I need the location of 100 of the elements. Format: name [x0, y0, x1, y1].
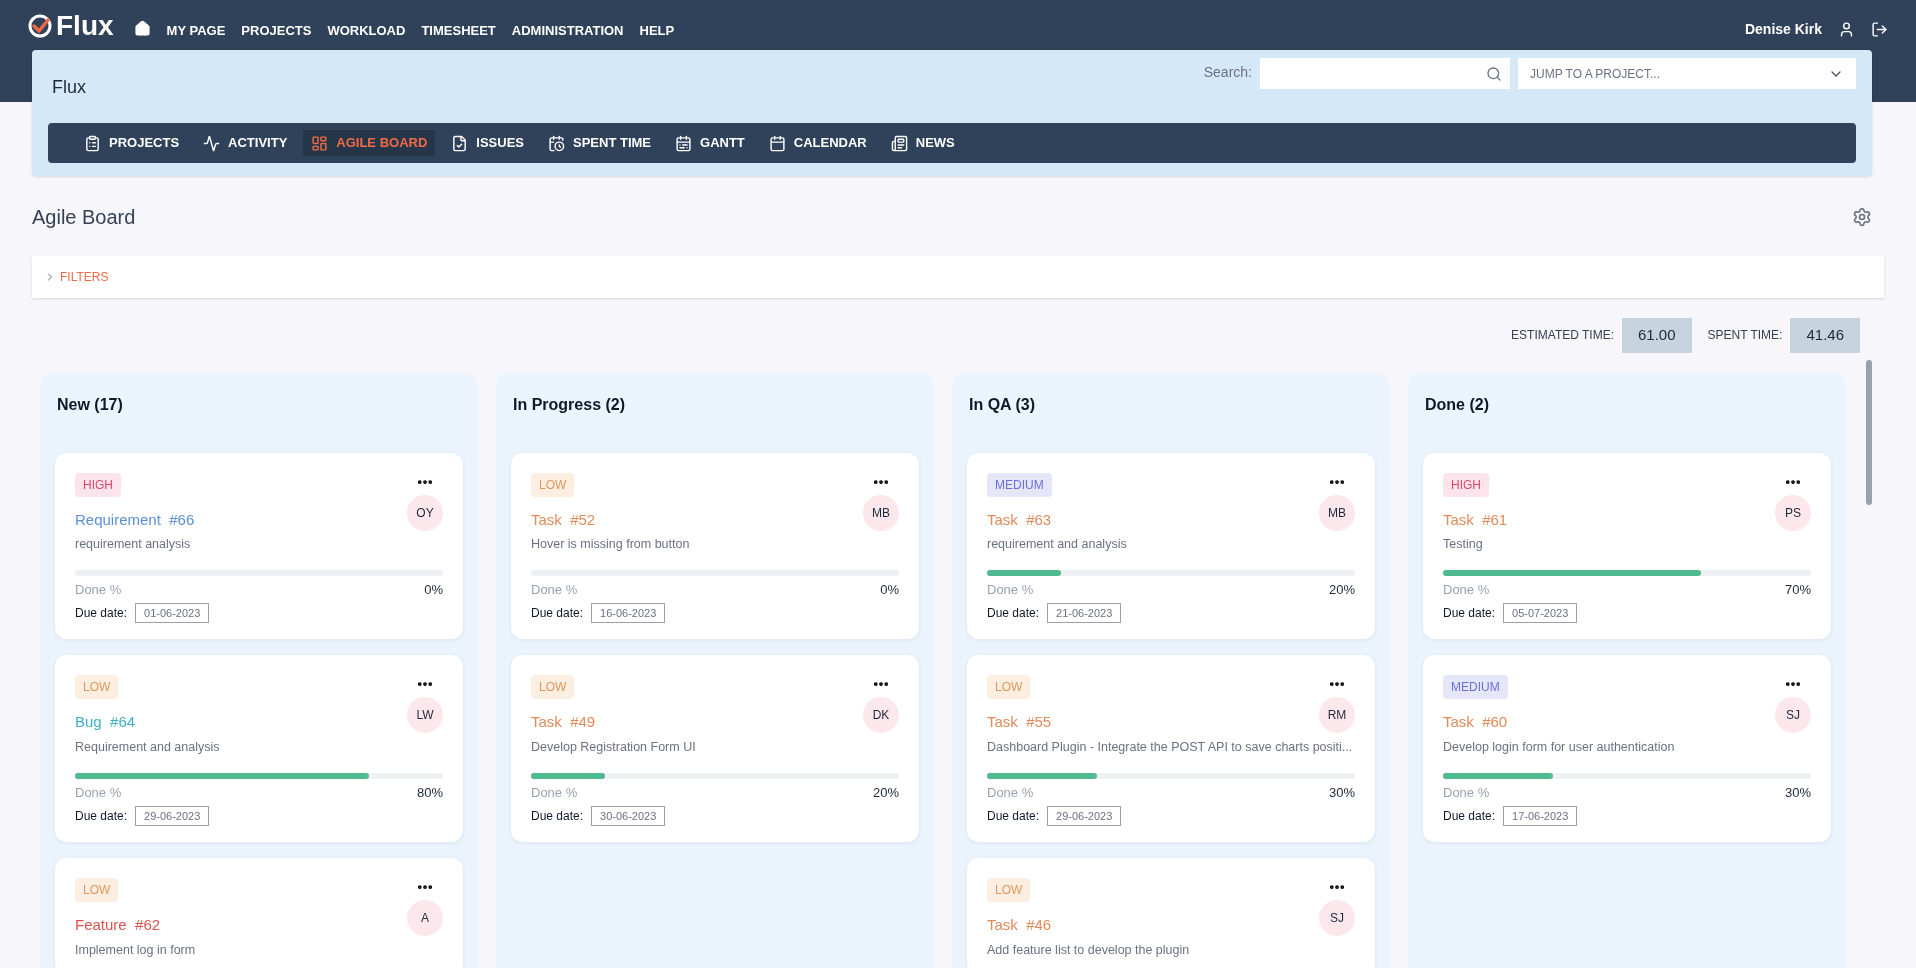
top-menu-link[interactable]: TIMESHEET: [421, 21, 496, 41]
assignee-avatar: SJ: [1319, 900, 1355, 936]
pulse-icon: [203, 134, 221, 152]
brand-logo[interactable]: Flux: [56, 12, 114, 40]
assignee-avatar: PS: [1775, 494, 1811, 531]
assignee-avatar: MB: [863, 494, 899, 531]
project-jump-dropdown[interactable]: JUMP TO A PROJECT...: [1518, 58, 1856, 89]
issue-title[interactable]: Feature #62: [75, 914, 161, 937]
issue-card[interactable]: HIGH Task #61 PS Testing Done % 70% Due date: 05-07-2023: [1423, 452, 1831, 640]
due-date: 01-06-2023: [135, 603, 210, 624]
column-title: Done (2): [1425, 394, 1490, 415]
done-label: Done %: [1443, 580, 1490, 599]
assignee-avatar: LW: [407, 697, 443, 734]
issue-subject: Hover is missing from button: [531, 536, 691, 553]
issue-subject: requirement analysis: [75, 536, 192, 553]
top-menu-link[interactable]: ADMINISTRATION: [511, 21, 624, 41]
home-icon[interactable]: [133, 20, 151, 37]
assignee-avatar: SJ: [1775, 697, 1811, 734]
done-label: Done %: [75, 783, 122, 802]
page-title: Agile Board: [32, 205, 136, 230]
total-value: 41.46: [1790, 318, 1860, 353]
project-tab[interactable]: GANTT: [667, 130, 753, 156]
top-menu-link[interactable]: WORKLOAD: [327, 21, 406, 41]
clipboard-icon: [84, 134, 101, 152]
issue-subject: Testing: [1443, 536, 1484, 553]
search-label: Search:: [1203, 63, 1252, 82]
assignee-avatar: A: [407, 900, 443, 936]
logout-icon[interactable]: [1871, 21, 1888, 38]
done-value: 30%: [1784, 783, 1811, 802]
board-icon: [311, 134, 329, 152]
issue-card[interactable]: LOW Task #52 MB Hover is missing from button Done % 0% Due date: 16-06-2023: [511, 452, 919, 640]
project-tab[interactable]: ACTIVITY: [195, 130, 296, 156]
total-value: 61.00: [1622, 318, 1692, 353]
done-label: Done %: [987, 783, 1034, 802]
top-menu-link[interactable]: HELP: [639, 21, 675, 41]
priority-badge: LOW: [531, 675, 575, 700]
top-menu-link[interactable]: PROJECTS: [241, 21, 312, 41]
due-date: 17-06-2023: [1503, 806, 1578, 826]
document-check-icon: [451, 134, 469, 152]
done-value: 20%: [872, 783, 899, 802]
due-date: 05-07-2023: [1503, 603, 1578, 624]
due-date: 30-06-2023: [591, 806, 666, 826]
due-label: Due date:: [531, 605, 584, 623]
column-title: New (17): [57, 394, 124, 415]
done-value: 20%: [1328, 580, 1355, 599]
done-label: Done %: [987, 580, 1034, 599]
issue-subject: Requirement and analysis: [75, 738, 221, 756]
due-date: 21-06-2023: [1047, 603, 1122, 624]
project-tab[interactable]: PROJECTS: [76, 130, 188, 156]
search-field[interactable]: [1260, 58, 1510, 89]
scrollbar-thumb[interactable]: [1866, 360, 1872, 505]
total-label: ESTIMATED TIME:: [1511, 327, 1614, 345]
project-tab[interactable]: SPENT TIME: [540, 130, 659, 156]
done-label: Done %: [531, 783, 578, 802]
priority-badge: LOW: [987, 675, 1031, 700]
issue-subject: Add feature list to develop the plugin: [987, 941, 1191, 959]
issue-card[interactable]: HIGH Requirement #66 OY requirement analysis Done % 0% Due date: 01-06-2023: [55, 452, 463, 640]
user-icon[interactable]: [1838, 21, 1855, 38]
done-label: Done %: [75, 580, 122, 599]
logo-check-icon: [28, 14, 52, 38]
due-label: Due date:: [987, 605, 1040, 623]
done-value: 0%: [424, 580, 443, 599]
top-menu-link[interactable]: MY PAGE: [166, 21, 226, 41]
due-label: Due date:: [531, 808, 584, 825]
due-label: Due date:: [75, 605, 128, 623]
issue-card[interactable]: LOW Task #46 SJ Add feature list to develop the plugin: [967, 858, 1375, 968]
priority-badge: HIGH: [1443, 472, 1489, 497]
project-tab[interactable]: AGILE BOARD: [303, 130, 436, 156]
due-date: 29-06-2023: [135, 806, 210, 826]
assignee-avatar: DK: [863, 697, 899, 734]
done-value: 30%: [1328, 783, 1355, 802]
total-label: SPENT TIME:: [1707, 327, 1783, 345]
priority-badge: HIGH: [75, 472, 121, 497]
project-tab[interactable]: NEWS: [882, 130, 963, 156]
priority-badge: LOW: [987, 878, 1031, 902]
settings-icon[interactable]: [1852, 207, 1872, 227]
issue-subject: Develop Registration Form UI: [531, 738, 697, 756]
done-label: Done %: [1443, 783, 1490, 802]
gantt-icon: [675, 134, 692, 152]
due-date: 29-06-2023: [1047, 806, 1122, 826]
due-label: Due date:: [987, 808, 1040, 825]
calendar-icon: [768, 134, 786, 152]
priority-badge: MEDIUM: [1443, 675, 1508, 700]
issue-card[interactable]: LOW Bug #64 LW Requirement and analysis Done % 80% Due date: 29-06-2023: [55, 655, 463, 842]
assignee-avatar: OY: [407, 494, 443, 531]
issue-card[interactable]: LOW Task #49 DK Develop Registration Form UI Done % 20% Due date: 30-06-2023: [511, 655, 919, 842]
search-icon: [1486, 65, 1502, 82]
issue-card[interactable]: MEDIUM Task #60 SJ Develop login form for user authentication Done % 30% Due date: 17-06-2023: [1423, 655, 1831, 842]
project-tab[interactable]: ISSUES: [443, 130, 532, 156]
due-label: Due date:: [75, 808, 128, 825]
priority-badge: MEDIUM: [987, 472, 1052, 497]
column-title: In Progress (2): [513, 394, 627, 415]
project-tab[interactable]: CALENDAR: [760, 130, 875, 156]
issue-card[interactable]: LOW Task #55 RM Dashboard Plugin - Integrate the POST API to save charts positi... Done % 30% Due date: 29-06-2023: [967, 655, 1375, 842]
user-name[interactable]: Denise Kirk: [1744, 19, 1822, 40]
issue-card[interactable]: LOW Feature #62 A Implement log in form: [55, 858, 463, 968]
assignee-avatar: MB: [1319, 494, 1355, 531]
assignee-avatar: RM: [1319, 697, 1355, 734]
priority-badge: LOW: [75, 675, 119, 700]
issue-card[interactable]: MEDIUM Task #63 MB requirement and analysis Done % 20% Due date: 21-06-2023: [967, 452, 1375, 640]
